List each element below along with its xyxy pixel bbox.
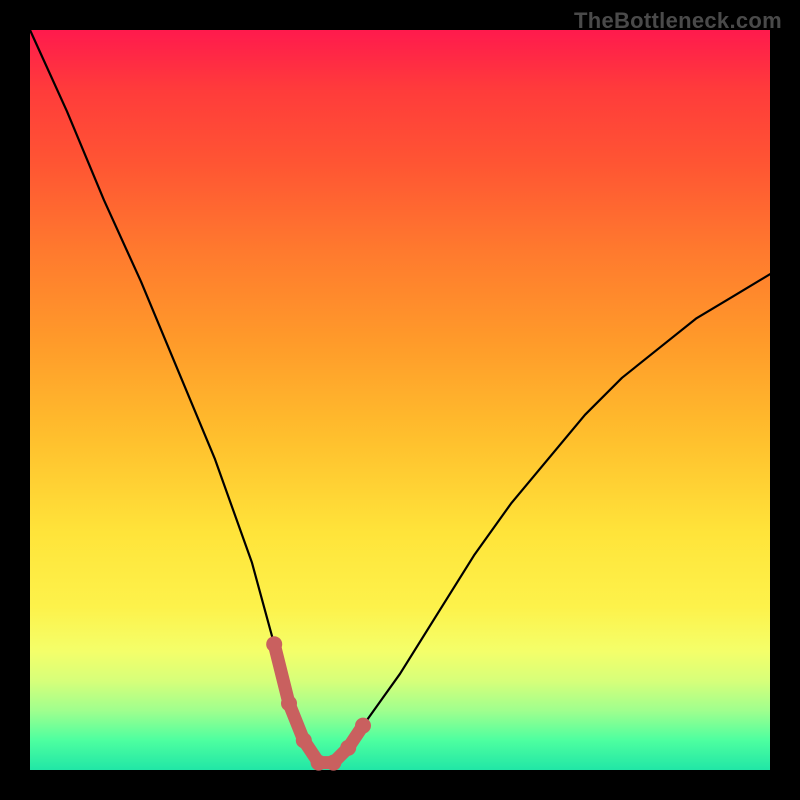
curve-svg [30,30,770,770]
optimal-point [281,695,297,711]
bottleneck-curve [30,30,770,763]
chart-frame: TheBottleneck.com [0,0,800,800]
optimal-point [311,755,327,771]
plot-area [30,30,770,770]
optimal-point [340,740,356,756]
optimal-point [325,755,341,771]
optimal-point [355,718,371,734]
optimal-point [266,636,282,652]
optimal-point [296,732,312,748]
